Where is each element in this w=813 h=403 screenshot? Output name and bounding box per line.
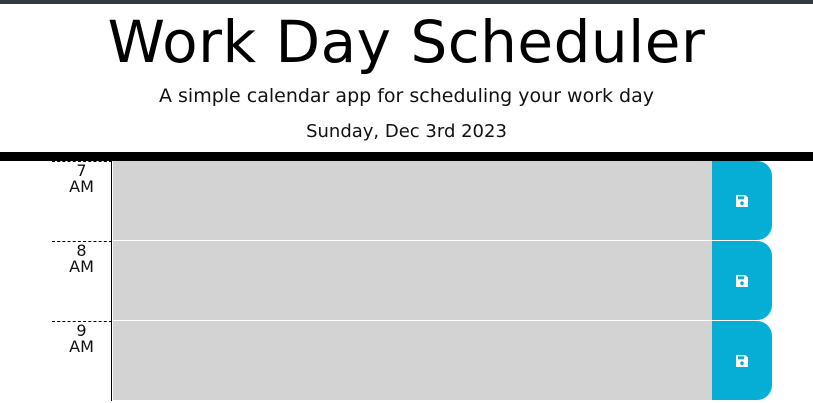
hour-period: AM bbox=[69, 257, 94, 276]
save-button[interactable] bbox=[712, 321, 772, 400]
hour-label: 7 AM bbox=[52, 161, 112, 241]
current-day: Sunday, Dec 3rd 2023 bbox=[306, 121, 507, 142]
event-description-input[interactable] bbox=[113, 321, 712, 401]
time-block-container: 7 AM 8 AM 9 AM bbox=[0, 161, 813, 401]
save-icon bbox=[736, 274, 748, 287]
save-icon bbox=[736, 354, 748, 367]
hour-label: 8 AM bbox=[52, 241, 112, 321]
time-block: 7 AM bbox=[0, 161, 813, 241]
page-subtitle: A simple calendar app for scheduling you… bbox=[158, 85, 655, 107]
event-description-input[interactable] bbox=[113, 161, 712, 241]
page-title: Work Day Scheduler bbox=[107, 8, 706, 76]
page-header: Work Day Scheduler A simple calendar app… bbox=[0, 4, 813, 161]
time-block: 9 AM bbox=[0, 321, 813, 401]
hour-period: AM bbox=[69, 177, 94, 196]
time-block: 8 AM bbox=[0, 241, 813, 321]
hour-period: AM bbox=[69, 337, 94, 356]
event-description-input[interactable] bbox=[113, 241, 712, 321]
hour-label: 9 AM bbox=[52, 321, 112, 401]
save-button[interactable] bbox=[712, 241, 772, 320]
save-button[interactable] bbox=[712, 161, 772, 240]
save-icon bbox=[736, 194, 748, 207]
